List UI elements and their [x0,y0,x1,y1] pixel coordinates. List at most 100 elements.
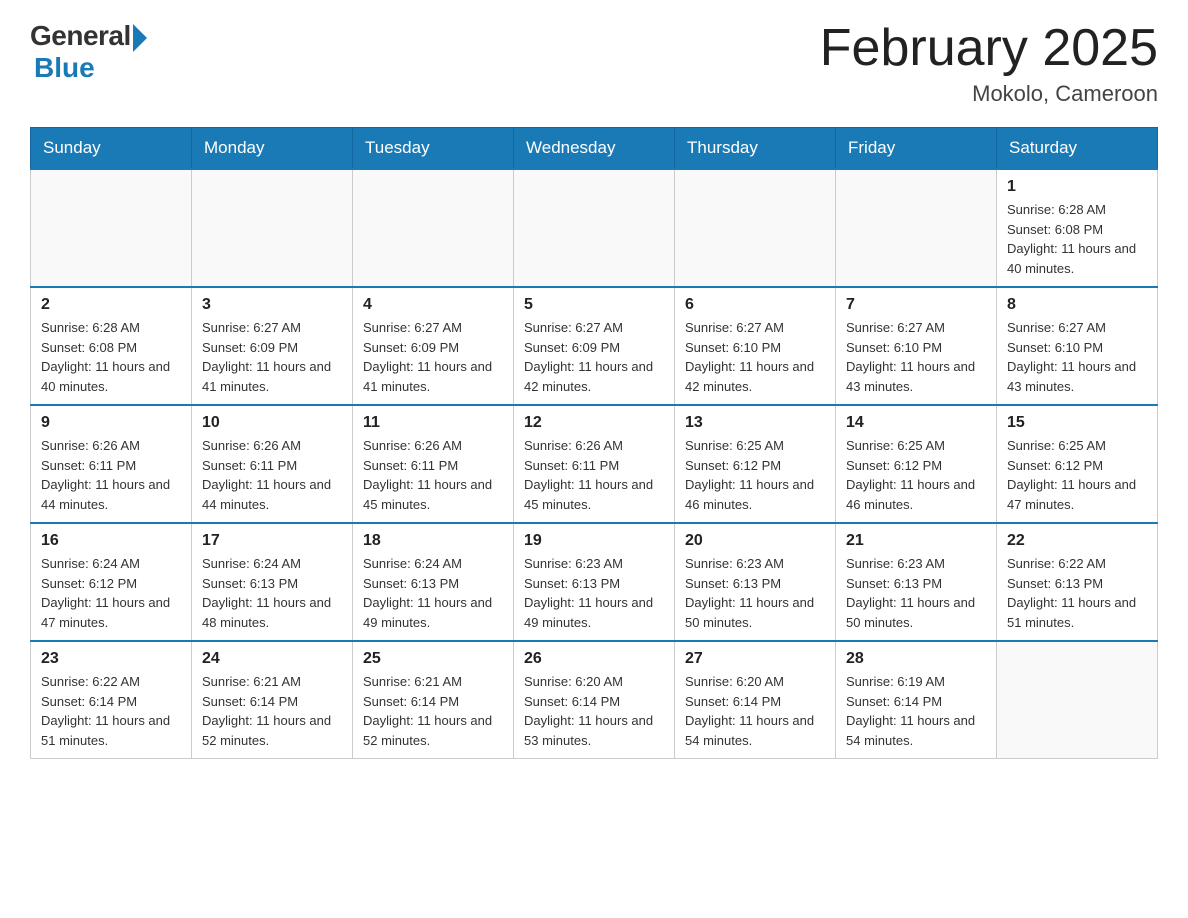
day-info: Sunrise: 6:24 AMSunset: 6:13 PMDaylight:… [363,554,503,632]
calendar-cell: 17Sunrise: 6:24 AMSunset: 6:13 PMDayligh… [192,523,353,641]
day-of-week-header: Friday [836,128,997,170]
day-info: Sunrise: 6:27 AMSunset: 6:10 PMDaylight:… [846,318,986,396]
calendar-week-row: 1 Sunrise: 6:28 AMSunset: 6:08 PMDaylight… [31,169,1158,287]
calendar-cell: 22 Sunrise: 6:22 AMSunset: 6:13 PMDayligh… [997,523,1158,641]
calendar-cell [514,169,675,287]
calendar-header: SundayMondayTuesdayWednesdayThursdayFrid… [31,128,1158,170]
calendar-cell [836,169,997,287]
day-info: Sunrise: 6:25 AMSunset: 6:12 PMDaylight:… [1007,436,1147,514]
day-number: 1 [1007,178,1147,196]
calendar-cell [997,641,1158,759]
day-of-week-header: Monday [192,128,353,170]
day-info: Sunrise: 6:28 AMSunset: 6:08 PMDaylight:… [1007,200,1147,278]
day-info: Sunrise: 6:21 AMSunset: 6:14 PMDaylight:… [202,672,342,750]
day-number: 3 [202,296,342,314]
day-info: Sunrise: 6:27 AMSunset: 6:10 PMDaylight:… [685,318,825,396]
day-of-week-header: Sunday [31,128,192,170]
day-info: Sunrise: 6:20 AMSunset: 6:14 PMDaylight:… [685,672,825,750]
calendar-cell: 1 Sunrise: 6:28 AMSunset: 6:08 PMDaylight… [997,169,1158,287]
day-number: 11 [363,414,503,432]
calendar-cell: 18 Sunrise: 6:24 AMSunset: 6:13 PMDayligh… [353,523,514,641]
day-info: Sunrise: 6:26 AMSunset: 6:11 PMDaylight:… [202,436,342,514]
calendar-cell: 25 Sunrise: 6:21 AMSunset: 6:14 PMDayligh… [353,641,514,759]
day-info: Sunrise: 6:25 AMSunset: 6:12 PMDaylight:… [846,436,986,514]
calendar-cell: 19Sunrise: 6:23 AMSunset: 6:13 PMDayligh… [514,523,675,641]
page-header: General Blue February 2025 Mokolo, Camer… [30,20,1158,107]
calendar-cell: 8 Sunrise: 6:27 AMSunset: 6:10 PMDaylight… [997,287,1158,405]
day-info: Sunrise: 6:26 AMSunset: 6:11 PMDaylight:… [524,436,664,514]
calendar-cell: 20Sunrise: 6:23 AMSunset: 6:13 PMDayligh… [675,523,836,641]
calendar-cell: 14 Sunrise: 6:25 AMSunset: 6:12 PMDayligh… [836,405,997,523]
day-number: 15 [1007,414,1147,432]
day-info: Sunrise: 6:22 AMSunset: 6:14 PMDaylight:… [41,672,181,750]
calendar-cell: 9 Sunrise: 6:26 AMSunset: 6:11 PMDaylight… [31,405,192,523]
day-info: Sunrise: 6:23 AMSunset: 6:13 PMDaylight:… [846,554,986,632]
calendar-cell: 26 Sunrise: 6:20 AMSunset: 6:14 PMDayligh… [514,641,675,759]
calendar-cell: 16 Sunrise: 6:24 AMSunset: 6:12 PMDayligh… [31,523,192,641]
title-section: February 2025 Mokolo, Cameroon [820,20,1158,107]
calendar-cell: 13 Sunrise: 6:25 AMSunset: 6:12 PMDayligh… [675,405,836,523]
logo-arrow-icon [133,24,147,52]
day-info: Sunrise: 6:27 AMSunset: 6:10 PMDaylight:… [1007,318,1147,396]
day-of-week-header: Thursday [675,128,836,170]
day-number: 4 [363,296,503,314]
logo-general-text: General [30,20,131,52]
calendar-cell: 24 Sunrise: 6:21 AMSunset: 6:14 PMDayligh… [192,641,353,759]
page-subtitle: Mokolo, Cameroon [820,81,1158,107]
day-number: 7 [846,296,986,314]
day-number: 16 [41,532,181,550]
calendar-table: SundayMondayTuesdayWednesdayThursdayFrid… [30,127,1158,759]
calendar-cell: 2 Sunrise: 6:28 AMSunset: 6:08 PMDaylight… [31,287,192,405]
day-info: Sunrise: 6:26 AMSunset: 6:11 PMDaylight:… [41,436,181,514]
day-number: 27 [685,650,825,668]
day-number: 28 [846,650,986,668]
calendar-cell: 6 Sunrise: 6:27 AMSunset: 6:10 PMDaylight… [675,287,836,405]
calendar-cell: 28Sunrise: 6:19 AMSunset: 6:14 PMDayligh… [836,641,997,759]
day-number: 22 [1007,532,1147,550]
calendar-cell: 4Sunrise: 6:27 AMSunset: 6:09 PMDaylight… [353,287,514,405]
day-number: 21 [846,532,986,550]
day-number: 26 [524,650,664,668]
day-of-week-header: Saturday [997,128,1158,170]
day-number: 18 [363,532,503,550]
calendar-week-row: 23 Sunrise: 6:22 AMSunset: 6:14 PMDayligh… [31,641,1158,759]
day-info: Sunrise: 6:27 AMSunset: 6:09 PMDaylight:… [524,318,664,396]
day-info: Sunrise: 6:26 AMSunset: 6:11 PMDaylight:… [363,436,503,514]
calendar-week-row: 9 Sunrise: 6:26 AMSunset: 6:11 PMDaylight… [31,405,1158,523]
day-number: 5 [524,296,664,314]
day-info: Sunrise: 6:21 AMSunset: 6:14 PMDaylight:… [363,672,503,750]
day-info: Sunrise: 6:24 AMSunset: 6:13 PMDaylight:… [202,554,342,632]
day-info: Sunrise: 6:24 AMSunset: 6:12 PMDaylight:… [41,554,181,632]
day-info: Sunrise: 6:23 AMSunset: 6:13 PMDaylight:… [685,554,825,632]
day-info: Sunrise: 6:23 AMSunset: 6:13 PMDaylight:… [524,554,664,632]
calendar-cell: 11 Sunrise: 6:26 AMSunset: 6:11 PMDayligh… [353,405,514,523]
calendar-cell: 21 Sunrise: 6:23 AMSunset: 6:13 PMDayligh… [836,523,997,641]
day-number: 13 [685,414,825,432]
day-number: 8 [1007,296,1147,314]
day-number: 9 [41,414,181,432]
day-info: Sunrise: 6:25 AMSunset: 6:12 PMDaylight:… [685,436,825,514]
day-number: 24 [202,650,342,668]
day-number: 23 [41,650,181,668]
day-number: 2 [41,296,181,314]
day-number: 10 [202,414,342,432]
day-number: 25 [363,650,503,668]
calendar-cell: 7 Sunrise: 6:27 AMSunset: 6:10 PMDaylight… [836,287,997,405]
day-info: Sunrise: 6:20 AMSunset: 6:14 PMDaylight:… [524,672,664,750]
day-of-week-header: Tuesday [353,128,514,170]
day-info: Sunrise: 6:27 AMSunset: 6:09 PMDaylight:… [202,318,342,396]
calendar-cell [353,169,514,287]
day-number: 14 [846,414,986,432]
page-title: February 2025 [820,20,1158,77]
calendar-cell [192,169,353,287]
day-info: Sunrise: 6:28 AMSunset: 6:08 PMDaylight:… [41,318,181,396]
calendar-cell: 3 Sunrise: 6:27 AMSunset: 6:09 PMDaylight… [192,287,353,405]
day-info: Sunrise: 6:22 AMSunset: 6:13 PMDaylight:… [1007,554,1147,632]
calendar-cell: 27 Sunrise: 6:20 AMSunset: 6:14 PMDayligh… [675,641,836,759]
day-of-week-header: Wednesday [514,128,675,170]
day-number: 6 [685,296,825,314]
calendar-week-row: 2 Sunrise: 6:28 AMSunset: 6:08 PMDaylight… [31,287,1158,405]
calendar-cell: 12Sunrise: 6:26 AMSunset: 6:11 PMDayligh… [514,405,675,523]
calendar-week-row: 16 Sunrise: 6:24 AMSunset: 6:12 PMDayligh… [31,523,1158,641]
calendar-body: 1 Sunrise: 6:28 AMSunset: 6:08 PMDaylight… [31,169,1158,759]
